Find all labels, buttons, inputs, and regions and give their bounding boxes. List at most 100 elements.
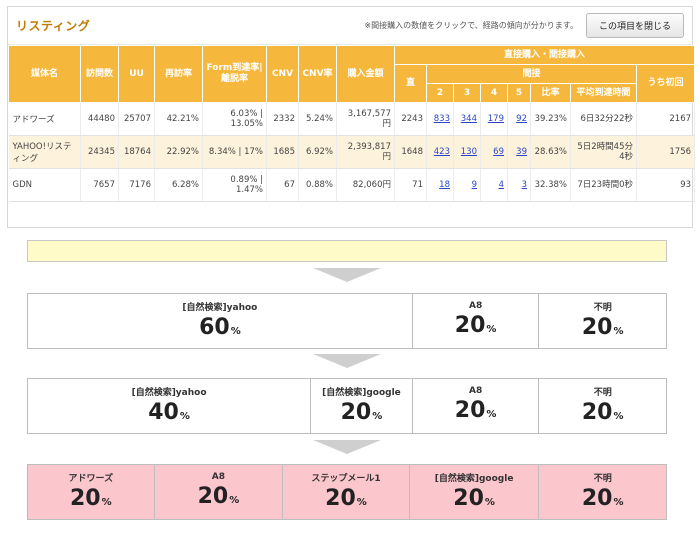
header-media: 媒体名 <box>8 45 81 103</box>
flow-cell-label: [自然検索]yahoo <box>131 387 207 398</box>
cell-ratio: 28.63% <box>530 135 571 169</box>
flow-cell-label: ステップメール1 <box>311 473 381 484</box>
cell-cnv-rate: 6.92% <box>298 135 337 169</box>
cell-uu: 25707 <box>118 102 155 136</box>
indirect-count-link[interactable]: 92 <box>516 114 527 124</box>
cell-cnv: 2332 <box>266 102 299 136</box>
listing-table: 媒体名 訪問数 UU 再訪率 Form到達率|離脱率 CNV CNV率 購入金額… <box>8 45 696 202</box>
indirect-count-link[interactable]: 4 <box>499 180 504 190</box>
cell-uu: 7176 <box>118 168 155 202</box>
cell-indirect-3: 130 <box>453 135 481 169</box>
flow-cell-value: 20 <box>581 399 613 425</box>
indirect-count-link[interactable]: 423 <box>434 147 450 157</box>
indirect-count-link[interactable]: 833 <box>434 114 450 124</box>
cell-indirect-3: 9 <box>453 168 481 202</box>
header-n4: 4 <box>480 83 508 103</box>
cell-amount: 3,167,577円 <box>336 102 395 136</box>
percent-unit: % <box>179 410 190 422</box>
cell-indirect-4: 69 <box>480 135 508 169</box>
flow-cell: A8 20% <box>155 465 284 519</box>
cell-form: 0.89% | 1.47% <box>202 168 267 202</box>
header-cnv: CNV <box>266 45 299 103</box>
flow-cell-label: [自然検索]google <box>434 473 514 484</box>
flow-cell-percent: 20% <box>455 315 497 341</box>
listing-panel: リスティング ※間接購入の数値をクリックで、経路の傾向が分かります。 この項目を… <box>7 6 696 228</box>
header-n3: 3 <box>453 83 481 103</box>
flow-cell-label: アドワーズ <box>68 473 114 484</box>
flow-cell: [自然検索]google 20% <box>311 379 413 433</box>
flow-cell-label: [自然検索]google <box>322 387 401 398</box>
indirect-count-link[interactable]: 18 <box>439 180 450 190</box>
flow-cell-label: A8 <box>468 386 483 396</box>
percent-unit: % <box>101 496 112 508</box>
indirect-count-link[interactable]: 130 <box>461 147 477 157</box>
header-n5: 5 <box>507 83 531 103</box>
cell-media: アドワーズ <box>8 102 81 136</box>
table-row: アドワーズ 44480 25707 42.21% 6.03% | 13.05% 2332 5… <box>8 102 696 136</box>
flow-cell: 不明 20% <box>539 465 666 519</box>
percent-unit: % <box>486 409 497 420</box>
header-ratio: 比率 <box>530 83 571 103</box>
cell-indirect-3: 344 <box>453 102 481 136</box>
cell-direct: 71 <box>394 168 427 202</box>
cell-visits: 44480 <box>80 102 119 136</box>
indirect-count-link[interactable]: 9 <box>472 180 477 190</box>
table-row: GDN 7657 7176 6.28% 0.89% | 1.47% 67 0.88% 82,0… <box>8 168 696 202</box>
indirect-count-link[interactable]: 344 <box>461 114 477 124</box>
cell-first: 93 <box>636 168 696 202</box>
cell-direct: 2243 <box>394 102 427 136</box>
indirect-count-link[interactable]: 39 <box>516 147 527 157</box>
cell-first: 1756 <box>636 135 696 169</box>
header-cnv-rate: CNV率 <box>298 45 337 103</box>
cell-revisit: 42.21% <box>154 102 203 136</box>
cell-cnv-rate: 5.24% <box>298 102 337 136</box>
header-avg-time: 平均到達時間 <box>570 83 637 103</box>
cell-indirect-5: 39 <box>507 135 531 169</box>
cell-visits: 24345 <box>80 135 119 169</box>
cell-indirect-2: 423 <box>426 135 454 169</box>
percent-unit: % <box>484 496 495 508</box>
flow-cell: 不明 20% <box>539 294 666 348</box>
flow-cell-value: 60 <box>199 314 230 340</box>
percent-unit: % <box>486 324 497 335</box>
cell-indirect-4: 4 <box>480 168 508 202</box>
flow-cell-label: A8 <box>468 301 483 311</box>
panel-header: リスティング ※間接購入の数値をクリックで、経路の傾向が分かります。 この項目を… <box>8 7 692 45</box>
percent-unit: % <box>229 495 240 506</box>
flow-arrow-1 <box>313 268 381 282</box>
header-visits: 訪問数 <box>80 45 119 103</box>
table-body: アドワーズ 44480 25707 42.21% 6.03% | 13.05% 2332 5… <box>8 102 696 202</box>
header-form: Form到達率|離脱率 <box>202 45 267 103</box>
percent-unit: % <box>613 410 624 422</box>
percent-unit: % <box>230 325 241 337</box>
flow-cell-percent: 20% <box>455 400 497 426</box>
panel-note: ※間接購入の数値をクリックで、経路の傾向が分かります。 <box>364 21 578 30</box>
percent-unit: % <box>356 496 367 508</box>
flow-cell-percent: 20% <box>453 487 495 514</box>
cell-media: YAHOO!リスティング <box>8 135 81 169</box>
flow-cell: [自然検索]google 20% <box>410 465 540 519</box>
cell-revisit: 6.28% <box>154 168 203 202</box>
close-section-button[interactable]: この項目を閉じる <box>585 13 684 38</box>
cell-cnv-rate: 0.88% <box>298 168 337 202</box>
cell-amount: 82,060円 <box>336 168 395 202</box>
cell-indirect-5: 92 <box>507 102 531 136</box>
flow-cell-value: 20 <box>340 399 372 425</box>
flow-cell-percent: 20% <box>581 399 624 428</box>
header-indirect: 間接 <box>426 64 637 84</box>
flow-cell-value: 20 <box>454 398 486 423</box>
cell-amount: 2,393,817円 <box>336 135 395 169</box>
indirect-count-link[interactable]: 3 <box>522 180 527 190</box>
percent-unit: % <box>613 325 624 337</box>
cell-visits: 7657 <box>80 168 119 202</box>
header-uu: UU <box>118 45 155 103</box>
cell-form: 6.03% | 13.05% <box>202 102 267 136</box>
cell-first: 2167 <box>636 102 696 136</box>
indirect-count-link[interactable]: 179 <box>488 114 504 124</box>
cell-cnv: 1685 <box>266 135 299 169</box>
indirect-count-link[interactable]: 69 <box>493 147 504 157</box>
flow-cell-value: 20 <box>454 313 486 338</box>
flow-cell-value: 20 <box>325 485 356 511</box>
cell-indirect-2: 833 <box>426 102 454 136</box>
flow-cell-percent: 20% <box>198 486 240 512</box>
